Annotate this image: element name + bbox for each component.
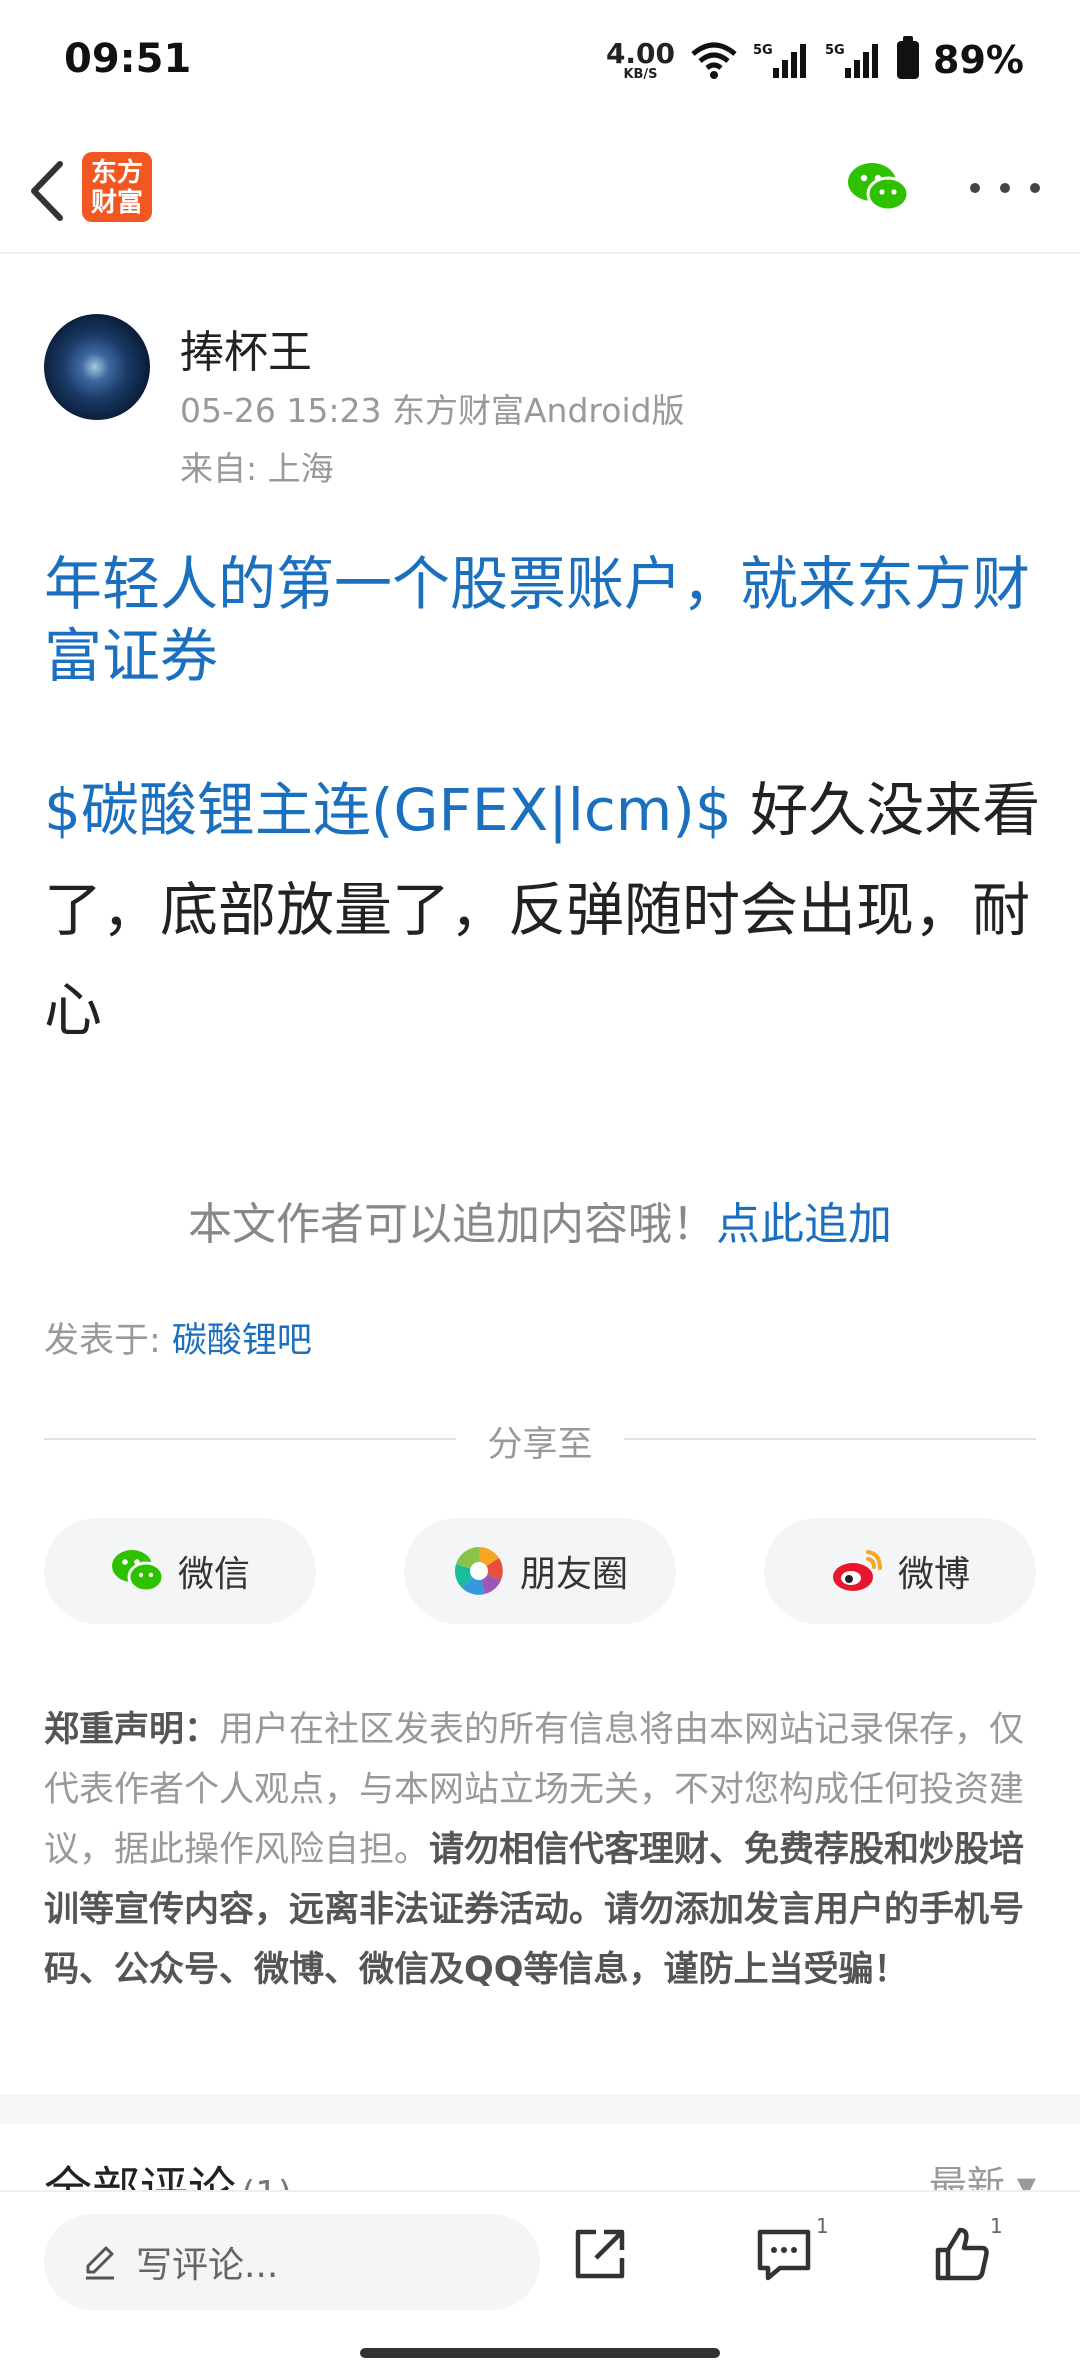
share-out-icon[interactable] [568,2222,632,2286]
comment-count-badge: 1 [816,2214,829,2238]
status-indicators: 4.00 KB/S 5G 5G 89% [605,36,1024,82]
bottom-action-bar: 写评论... 1 1 [0,2190,1080,2376]
share-wechat-label: 微信 [177,1554,250,1595]
share-buttons: 微信 朋友圈 微博 [44,1518,1036,1624]
section-divider [0,2094,1080,2124]
append-content-text: 本文作者可以追加内容哦！ [188,1199,716,1250]
post-location: 来自: 上海 [180,449,334,488]
network-speed: 4.00 KB/S [605,36,676,82]
comment-icon[interactable] [752,2222,816,2286]
battery-icon [897,36,920,79]
status-time: 09:51 [64,36,192,82]
share-label: 分享至 [487,1425,593,1465]
wechat-icon [111,1550,164,1593]
status-bar: 09:51 4.00 KB/S 5G 5G 89% [0,0,1080,120]
signal-5g-icon: 5G [753,43,807,78]
posted-in: 发表于: 碳酸锂吧 [44,1312,312,1363]
home-indicator[interactable] [360,2348,720,2358]
network-speed-unit: KB/S [623,66,658,82]
wechat-share-icon[interactable] [846,160,910,216]
avatar[interactable] [44,314,150,420]
svg-text:5G: 5G [753,43,773,58]
post-page: 09:51 4.00 KB/S 5G 5G 89% 东方 财富 捧杯王 05-2… [0,0,1080,2376]
share-moments-button[interactable]: 朋友圈 [404,1518,676,1624]
author-info: 捧杯王 05-26 15:23 东方财富Android版 来自: 上海 [44,312,1044,488]
logo-text-line2: 财富 [90,188,143,218]
like-count-badge: 1 [990,2214,1003,2238]
signal-5g-icon-2: 5G [825,43,879,78]
more-dot [1030,183,1040,193]
append-content-prompt: 本文作者可以追加内容哦！点此追加 [0,1188,1080,1252]
post-meta: 05-26 15:23 东方财富Android版 [180,391,685,430]
author-name[interactable]: 捧杯王 [180,316,312,380]
append-content-link[interactable]: 点此追加 [716,1199,892,1250]
posted-in-label: 发表于: [44,1321,172,1361]
logo-text-line1: 东方 [90,158,143,188]
more-options-icon[interactable] [970,160,1040,216]
posted-in-bar-link[interactable]: 碳酸锂吧 [172,1321,312,1361]
stock-tag-link[interactable]: $碳酸锂主连(GFEX|lcm)$ [44,776,732,844]
share-weibo-button[interactable]: 微博 [764,1518,1036,1624]
disclaimer-head: 郑重声明： [44,1710,220,1750]
comment-placeholder: 写评论... [136,2245,279,2286]
divider-line-right [624,1438,1036,1440]
battery-level: 89% [933,38,1024,82]
share-divider: 分享至 [44,1416,1036,1465]
share-weibo-label: 微博 [897,1554,970,1595]
weibo-icon [832,1550,882,1591]
eastmoney-logo[interactable]: 东方 财富 [82,152,152,222]
pencil-icon [86,2246,114,2280]
network-speed-value: 4.00 [605,36,676,70]
more-dot [970,183,980,193]
share-wechat-button[interactable]: 微信 [44,1518,316,1624]
thumbs-up-icon[interactable] [930,2222,994,2286]
wifi-icon [691,42,737,79]
post-body: $碳酸锂主连(GFEX|lcm)$ 好久没来看了，底部放量了，反弹随时会出现，耐… [44,760,1044,1060]
disclaimer: 郑重声明：用户在社区发表的所有信息将由本网站记录保存，仅代表作者个人观点，与本网… [44,1700,1036,2000]
moments-icon [454,1547,503,1595]
top-nav-bar: 东方 财富 [0,130,1080,254]
post-title[interactable]: 年轻人的第一个股票账户，就来东方财富证券 [44,548,1044,692]
svg-text:5G: 5G [825,43,845,58]
share-moments-label: 朋友圈 [519,1554,628,1595]
comment-input[interactable]: 写评论... [44,2214,540,2310]
back-arrow-icon[interactable] [22,156,82,226]
more-dot [1000,183,1010,193]
